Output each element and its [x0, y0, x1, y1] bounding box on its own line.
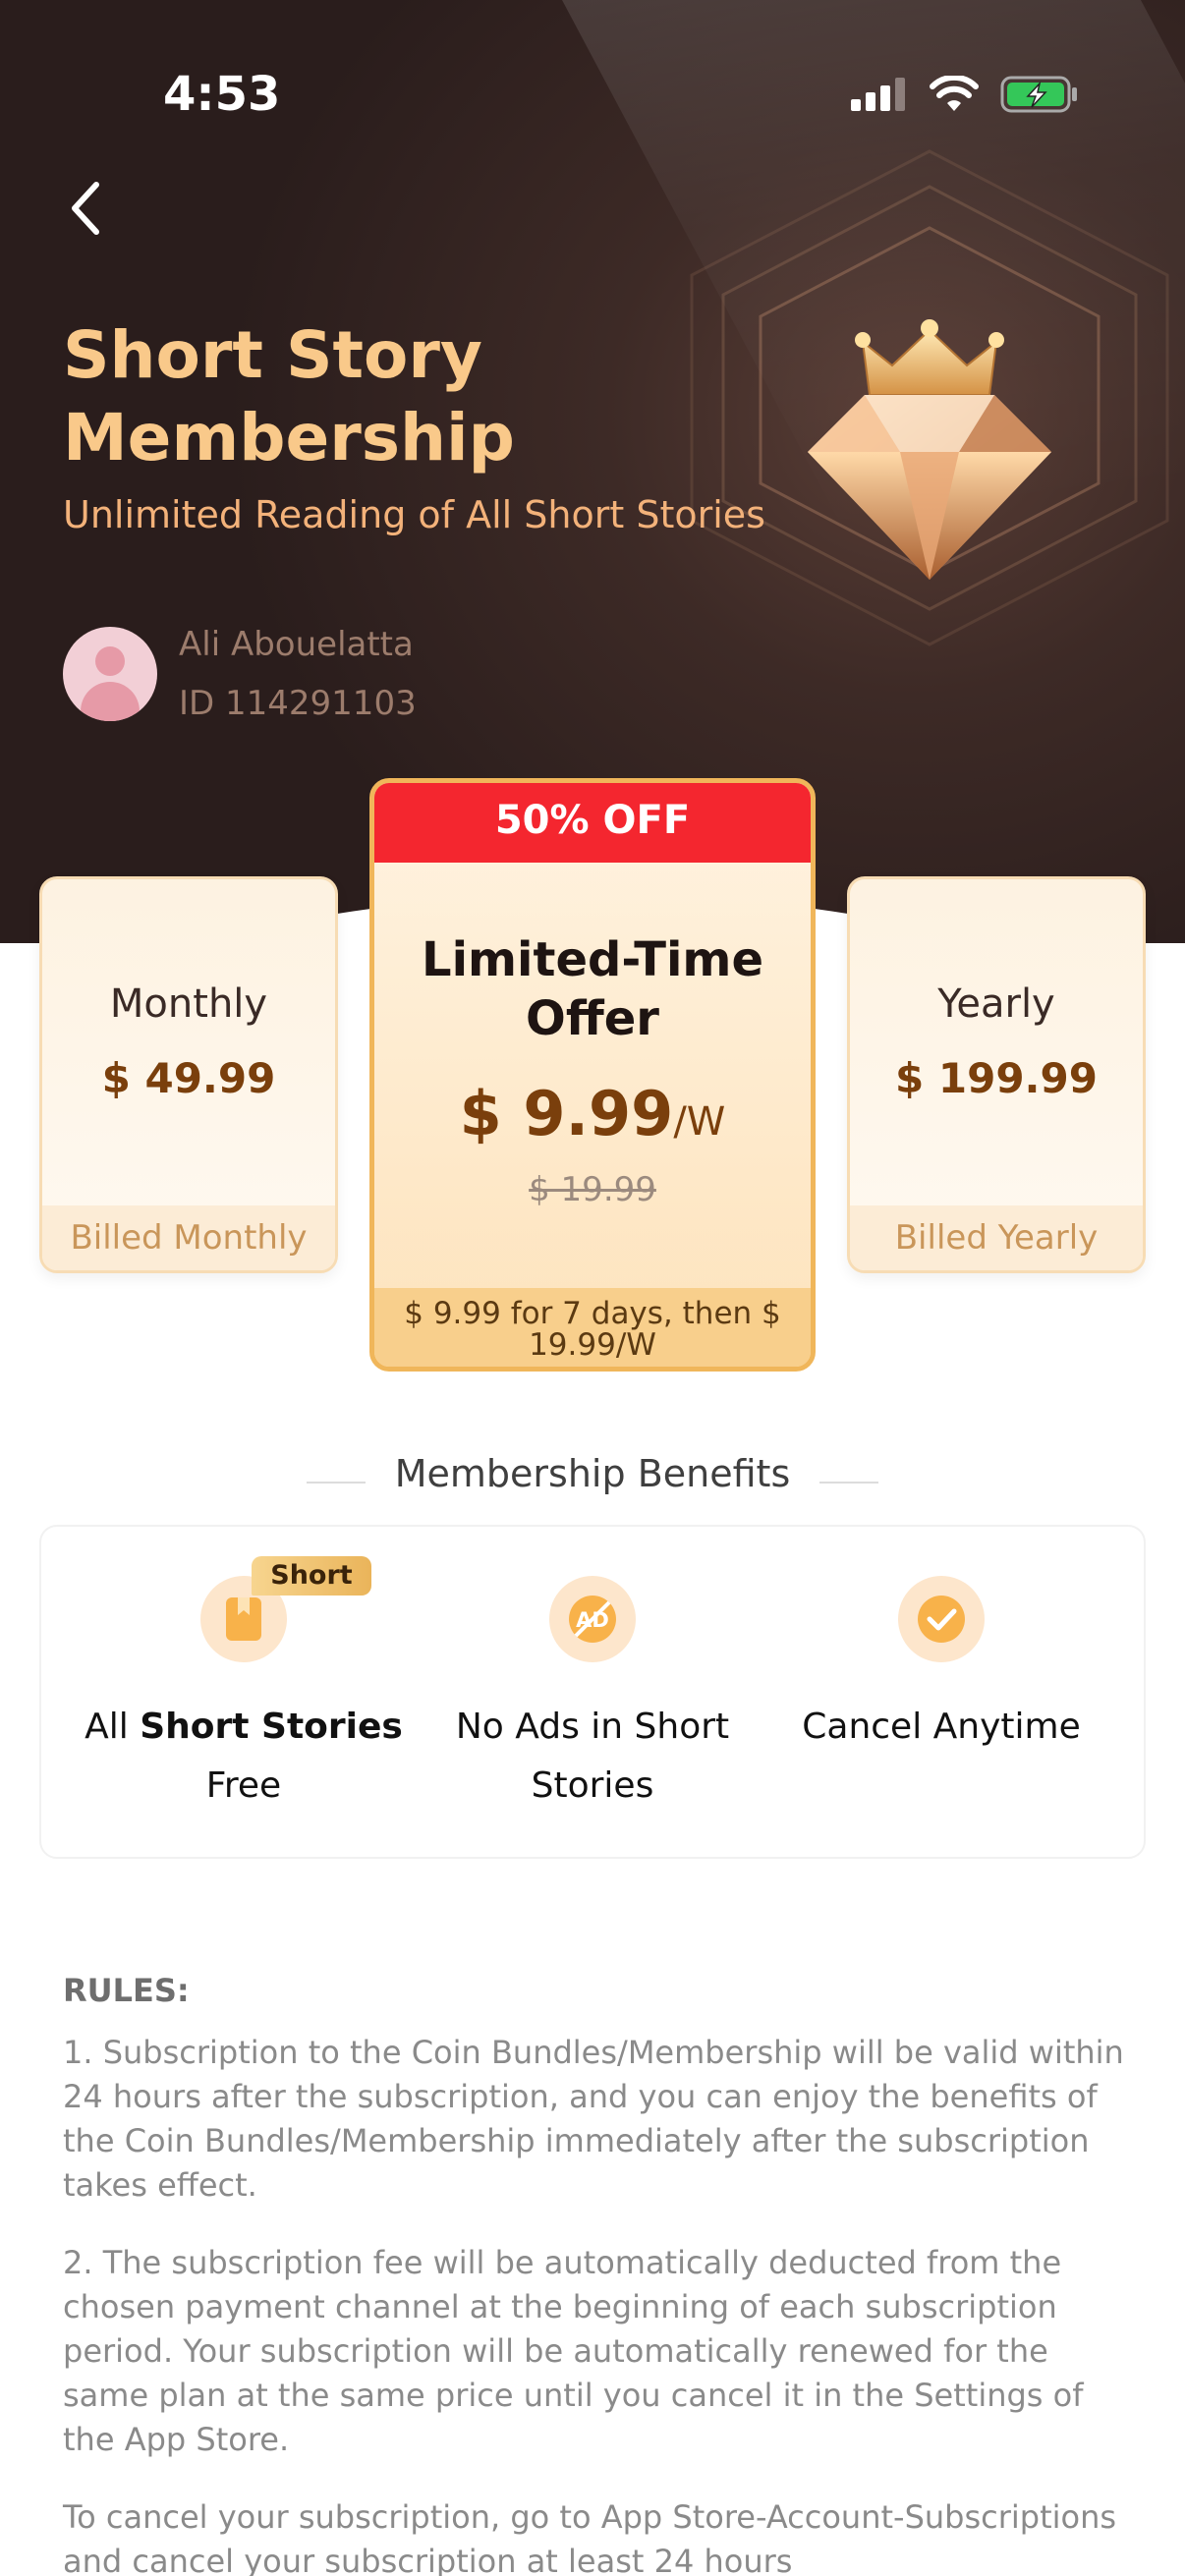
short-tag: Short [252, 1556, 371, 1596]
plan-price: $ 199.99 [895, 1054, 1098, 1102]
diamond-crown-illustration [629, 138, 1185, 747]
user-profile: Ali Abouelatta ID 114291103 [63, 615, 417, 733]
avatar [63, 627, 157, 721]
benefit-no-ads: AD No Ads in Short Stories [430, 1576, 755, 1816]
signal-icon [851, 78, 905, 111]
no-ads-icon: AD [549, 1576, 636, 1662]
user-name: Ali Abouelatta [179, 625, 414, 664]
status-icons [851, 75, 1079, 114]
benefits-heading: Membership Benefits [0, 1452, 1185, 1495]
benefit-label: Cancel Anytime [802, 1707, 1081, 1747]
rules-title: RULES: [63, 1972, 190, 2009]
benefit-label: All Short Stories Free [85, 1707, 403, 1806]
plan-price: $ 9.99/W [374, 1078, 811, 1149]
rules-section: RULES: 1. Subscription to the Coin Bundl… [63, 1969, 1124, 2576]
rule-item: To cancel your subscription, go to App S… [63, 2498, 1117, 2576]
plan-yearly-card[interactable]: Yearly $ 199.99 Billed Yearly [847, 876, 1146, 1273]
plan-billing: Billed Yearly [850, 1205, 1143, 1270]
plan-name: Yearly [937, 981, 1055, 1027]
plan-billing: Billed Monthly [42, 1205, 335, 1270]
plan-name: Monthly [109, 981, 268, 1027]
price-amount: $ 9.99 [459, 1078, 674, 1149]
benefit-free-stories: Short All Short Stories Free [82, 1556, 406, 1816]
book-icon: Short [200, 1556, 371, 1662]
benefits-panel: Short All Short Stories Free AD No Ads i… [39, 1525, 1146, 1859]
page-title: Short Story Membership [63, 317, 515, 476]
back-button[interactable] [61, 177, 110, 240]
chevron-left-icon [72, 182, 99, 235]
benefit-cancel-anytime: Cancel Anytime [779, 1576, 1103, 1757]
wifi-icon [930, 76, 979, 111]
price-unit: /W [673, 1099, 726, 1145]
check-icon [898, 1576, 985, 1662]
offer-terms: $ 9.99 for 7 days, then $ 19.99/W [374, 1288, 811, 1367]
rule-item: 2. The subscription fee will be automati… [63, 2244, 1084, 2458]
plan-name: Limited-Time Offer [422, 932, 763, 1046]
benefit-label: No Ads in Short Stories [455, 1707, 730, 1806]
original-price: $ 19.99 [529, 1170, 656, 1209]
discount-badge: 50% OFF [374, 783, 811, 863]
plan-limited-offer-card[interactable]: 50% OFF Limited-Time Offer $ 9.99/W $ 19… [369, 778, 816, 1372]
status-time: 4:53 [163, 67, 281, 122]
plan-price: $ 49.99 [101, 1054, 276, 1102]
user-id: ID 114291103 [179, 684, 417, 723]
battery-icon [1000, 76, 1077, 113]
benefits-title: Membership Benefits [394, 1452, 791, 1495]
rule-item: 1. Subscription to the Coin Bundles/Memb… [63, 2034, 1124, 2204]
plan-monthly-card[interactable]: Monthly $ 49.99 Billed Monthly [39, 876, 338, 1273]
